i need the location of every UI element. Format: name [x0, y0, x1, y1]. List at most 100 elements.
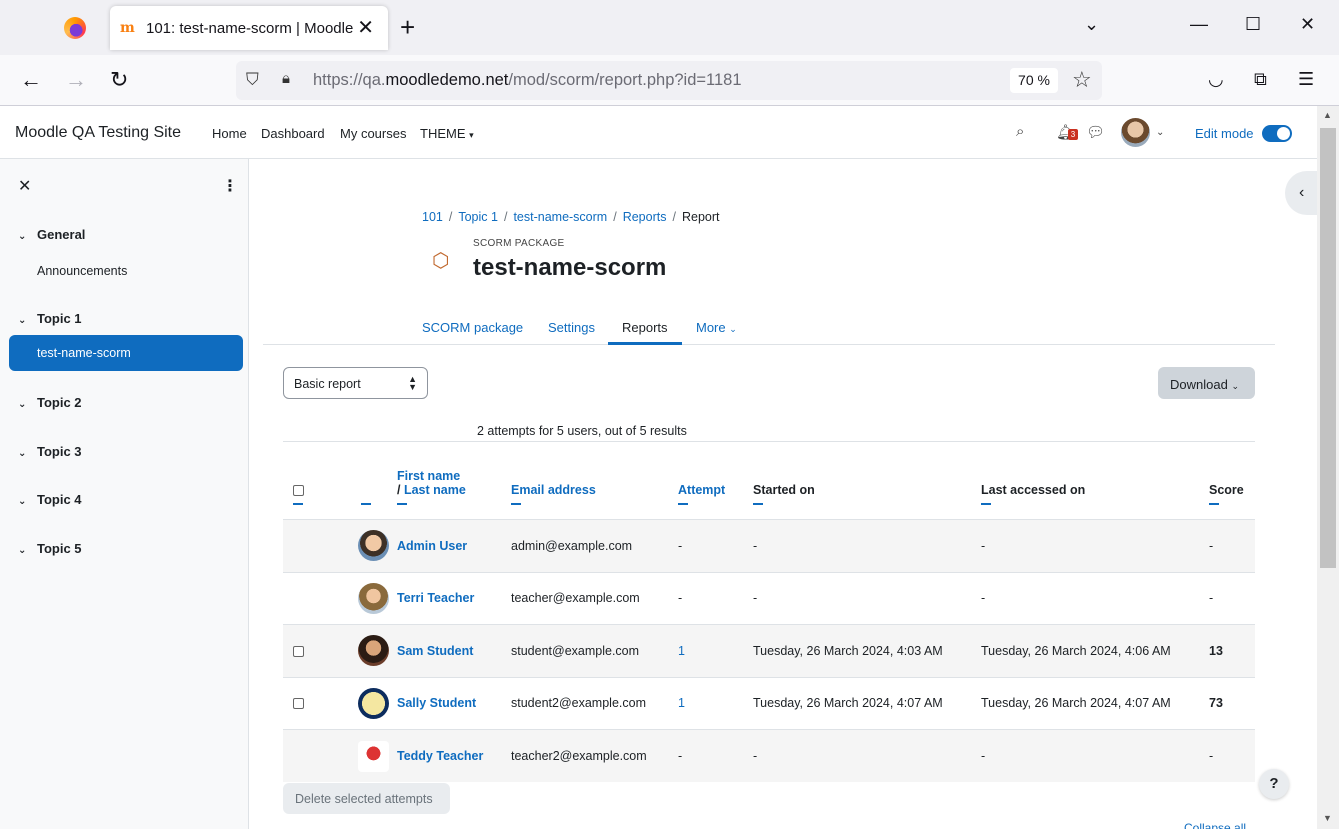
tab-settings[interactable]: Settings [548, 320, 595, 335]
chevron-down-icon[interactable]: ⌄ [18, 399, 37, 410]
section-topic-5[interactable]: ⌄ Topic 5 [18, 541, 82, 556]
edit-mode-label[interactable]: Edit mode [1195, 126, 1254, 141]
download-button[interactable]: Download ⌄ [1158, 367, 1255, 399]
scroll-thumb[interactable] [1320, 128, 1336, 568]
avatar[interactable] [358, 635, 389, 667]
page-scrollbar[interactable]: ▲ ▼ [1317, 106, 1339, 829]
user-picture [336, 519, 397, 572]
sort-first-name[interactable]: First name [397, 469, 460, 483]
collapse-all-link[interactable]: Collapse all [1184, 821, 1246, 829]
breadcrumb-reports[interactable]: Reports [623, 210, 667, 224]
search-icon[interactable]: ⌕ [1016, 123, 1024, 140]
breadcrumb-course[interactable]: 101 [422, 210, 443, 224]
sort-email[interactable]: Email address [511, 483, 596, 497]
section-topic-2[interactable]: ⌄ Topic 2 [18, 395, 82, 410]
avatar[interactable] [358, 687, 389, 719]
scroll-up-icon[interactable]: ▲ [1323, 110, 1332, 120]
maximize-icon[interactable]: ☐ [1245, 14, 1261, 35]
section-topic-3[interactable]: ⌄ Topic 3 [18, 444, 82, 459]
edit-mode-toggle[interactable] [1262, 125, 1292, 142]
chevron-down-icon[interactable]: ⌄ [18, 448, 37, 459]
tab-scorm-package[interactable]: SCORM package [422, 320, 523, 335]
chevron-down-icon[interactable]: ⌄ [18, 496, 37, 507]
collapse-column-icon[interactable] [753, 503, 763, 505]
avatar[interactable] [358, 530, 389, 562]
started-header: Started on [753, 441, 981, 520]
section-topic-4[interactable]: ⌄ Topic 4 [18, 492, 82, 507]
collapse-column-icon[interactable] [293, 503, 303, 505]
tab-more[interactable]: More ⌄ [696, 320, 737, 335]
reload-icon[interactable]: ↻ [110, 67, 128, 93]
last-accessed-label: Last accessed on [981, 483, 1086, 497]
nav-my-courses[interactable]: My courses [340, 126, 406, 141]
tab-close-icon[interactable]: ✕ [357, 15, 374, 40]
row-checkbox[interactable] [293, 698, 304, 710]
lock-icon[interactable]: 🔒︎ [282, 70, 290, 87]
close-icon[interactable]: ✕ [18, 176, 31, 196]
user-avatar[interactable] [1121, 118, 1150, 147]
star-icon[interactable]: ☆ [1072, 67, 1092, 93]
user-name-link[interactable]: Sam Student [397, 644, 473, 658]
attempt-link[interactable]: 1 [678, 644, 685, 658]
chevron-down-icon[interactable]: ⌄ [18, 545, 37, 556]
chevron-down-icon[interactable]: ⌄ [18, 315, 37, 326]
report-type-select[interactable]: Basic report ▲ ▼ [283, 367, 428, 399]
chat-icon[interactable]: 💬︎ [1086, 123, 1105, 141]
user-name-link[interactable]: Sally Student [397, 696, 476, 710]
select-arrows-icon: ▲ ▼ [408, 374, 417, 392]
back-arrow-icon[interactable]: ← [20, 67, 42, 93]
sort-attempt[interactable]: Attempt [678, 483, 725, 497]
user-name-link[interactable]: Terri Teacher [397, 591, 474, 605]
tab-reports[interactable]: Reports [622, 320, 668, 335]
collapse-column-icon[interactable] [397, 503, 407, 505]
zoom-level[interactable]: 70 % [1010, 68, 1058, 93]
pocket-icon[interactable]: ◡ [1208, 69, 1224, 90]
kebab-icon[interactable]: ⋮ [222, 176, 238, 196]
user-name-link[interactable]: Admin User [397, 539, 467, 553]
collapse-column-icon[interactable] [981, 503, 991, 505]
user-menu-chevron-icon[interactable]: ⌄ [1156, 127, 1164, 138]
url-text[interactable]: https://qa.moodledemo.net/mod/scorm/repo… [313, 71, 742, 90]
sort-last-name[interactable]: Last name [404, 483, 466, 497]
firefox-logo-icon[interactable] [64, 17, 86, 39]
row-checkbox[interactable] [293, 645, 304, 657]
collapse-column-icon[interactable] [511, 503, 521, 505]
browser-tab[interactable]: m 101: test-name-scorm | Moodle ✕ [110, 6, 388, 50]
forward-arrow-icon[interactable]: → [65, 67, 87, 93]
help-icon[interactable]: ? [1259, 769, 1289, 799]
nav-theme[interactable]: THEME ▾ [420, 126, 474, 141]
url-bar[interactable]: ⛉ 🔒︎ https://qa.moodledemo.net/mod/scorm… [236, 61, 1102, 100]
scroll-down-icon[interactable]: ▼ [1323, 813, 1332, 823]
tab-list-chevron-icon[interactable]: ⌄ [1084, 14, 1099, 35]
extensions-icon[interactable]: ⧉ [1254, 69, 1267, 90]
shield-icon[interactable]: ⛉ [246, 70, 259, 90]
attempt-link[interactable]: 1 [678, 696, 685, 710]
minimize-icon[interactable]: — [1190, 14, 1208, 35]
section-general[interactable]: ⌄ General [18, 227, 85, 242]
site-name[interactable]: Moodle QA Testing Site [15, 124, 181, 142]
secondary-navigation: SCORM package Settings Reports More ⌄ [263, 310, 1275, 345]
collapse-column-icon[interactable] [1209, 503, 1219, 505]
activity-test-name-scorm[interactable]: test-name-scorm [9, 335, 243, 371]
collapse-column-icon[interactable] [678, 503, 688, 505]
activity-announcements[interactable]: Announcements [37, 264, 127, 278]
avatar[interactable] [358, 582, 389, 614]
delete-selected-button[interactable]: Delete selected attempts [283, 783, 450, 814]
breadcrumb-topic[interactable]: Topic 1 [458, 210, 498, 224]
window-close-icon[interactable]: ✕ [1300, 14, 1315, 35]
avatar[interactable] [358, 740, 389, 772]
user-name-link[interactable]: Teddy Teacher [397, 749, 483, 763]
menu-icon[interactable]: ☰ [1298, 69, 1314, 90]
chevron-down-icon: ▾ [469, 130, 474, 140]
section-topic-1[interactable]: ⌄ Topic 1 [18, 311, 82, 326]
nav-home[interactable]: Home [212, 126, 247, 141]
breadcrumb-activity[interactable]: test-name-scorm [513, 210, 607, 224]
chevron-down-icon[interactable]: ⌄ [18, 231, 37, 242]
nav-dashboard[interactable]: Dashboard [261, 126, 325, 141]
collapse-column-icon[interactable] [361, 503, 371, 505]
select-all-checkbox[interactable] [293, 485, 304, 497]
chevron-down-icon: ⌄ [729, 324, 737, 334]
new-tab-icon[interactable]: + [400, 12, 415, 43]
select-all-header [283, 441, 336, 520]
last-accessed-cell: Tuesday, 26 March 2024, 4:06 AM [981, 624, 1209, 677]
